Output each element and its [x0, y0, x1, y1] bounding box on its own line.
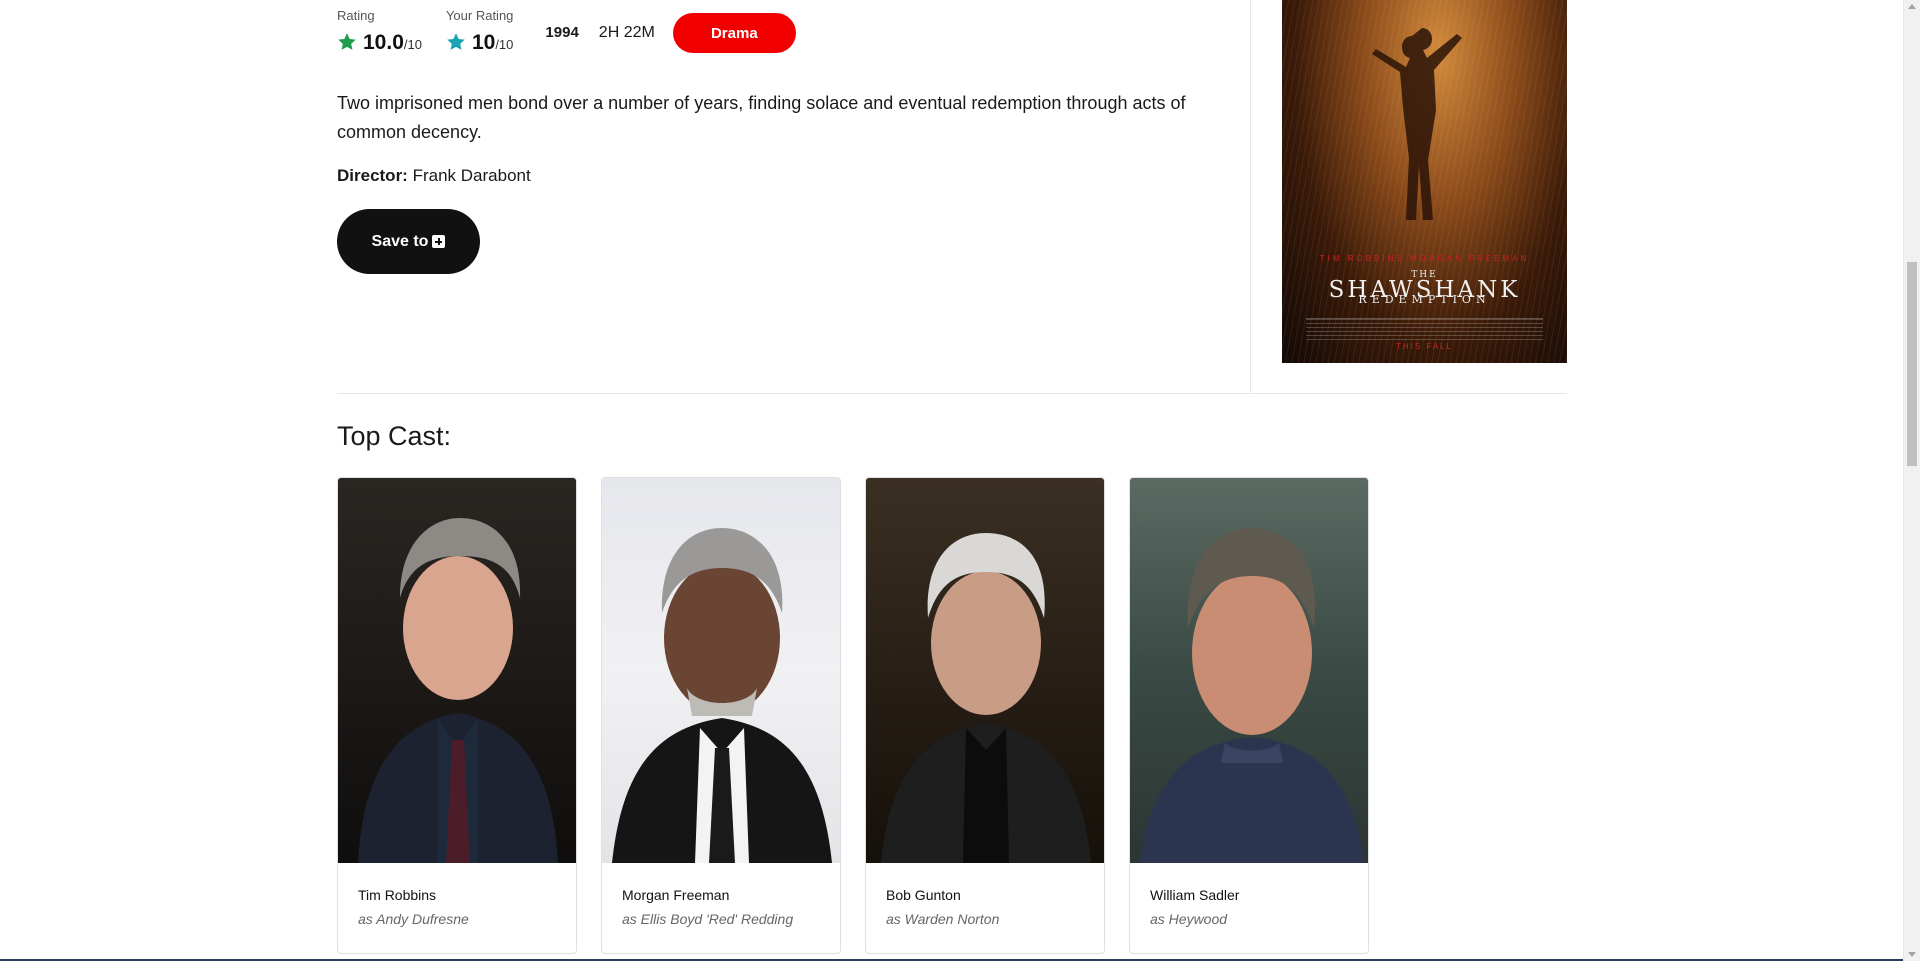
- your-rating-max: /10: [495, 37, 514, 52]
- imdb-rating: Rating 10.0 /10: [337, 8, 422, 55]
- section-divider: [337, 393, 1567, 394]
- cast-role: as Ellis Boyd 'Red' Redding: [622, 911, 794, 927]
- cast-grid: Tim Robbins as Andy Dufresne Morgan Free…: [337, 477, 1393, 954]
- cast-card[interactable]: William Sadler as Heywood: [1129, 477, 1369, 954]
- cast-card[interactable]: Morgan Freeman as Ellis Boyd 'Red' Reddi…: [601, 477, 841, 954]
- portrait-silhouette: [1140, 528, 1364, 863]
- plus-square-icon: [432, 235, 446, 248]
- genre-drama-button[interactable]: Drama: [672, 13, 796, 53]
- page-scrollbar[interactable]: [1903, 0, 1920, 961]
- director-label: Director:: [337, 166, 408, 185]
- cast-photo: [602, 478, 840, 863]
- poster-subtitle: REDEMPTION: [1358, 293, 1491, 306]
- cast-photo: [866, 478, 1104, 863]
- cast-role: as Andy Dufresne: [358, 911, 469, 927]
- your-rating-value-group[interactable]: 10 /10: [446, 29, 513, 55]
- runtime: 2H 22M: [598, 24, 655, 41]
- cast-photo: [338, 478, 576, 863]
- movie-poster: TIM ROBBINS MORGAN FREEMAN THE SHAWSHANK…: [1282, 0, 1567, 363]
- cast-photo: [1130, 478, 1368, 863]
- rating-number: 10.0: [363, 31, 404, 54]
- cast-name[interactable]: Bob Gunton: [886, 887, 1084, 903]
- scroll-down-arrow-icon[interactable]: [1908, 952, 1916, 957]
- release-year: 1994: [545, 24, 579, 41]
- portrait-silhouette: [358, 518, 558, 863]
- star-icon[interactable]: [446, 32, 466, 52]
- cast-info: William Sadler as Heywood: [1130, 863, 1368, 927]
- director-name: Frank Darabont: [412, 166, 531, 185]
- cast-info: Bob Gunton as Warden Norton: [866, 863, 1104, 927]
- cast-name[interactable]: Tim Robbins: [358, 887, 556, 903]
- rating-max: /10: [403, 37, 422, 52]
- scrollbar-thumb[interactable]: [1907, 262, 1917, 466]
- poster-cast-line: TIM ROBBINS MORGAN FREEMAN: [1319, 254, 1530, 263]
- cast-role: as Heywood: [1150, 911, 1228, 927]
- poster-tagline: THIS FALL: [1395, 342, 1454, 351]
- director-line: Director: Frank Darabont: [337, 166, 531, 186]
- movie-info-column: Rating 10.0 /10 Your Rating 10 /10 1994 …: [337, 0, 1251, 393]
- portrait-silhouette: [881, 533, 1091, 863]
- scroll-up-arrow-icon[interactable]: [1908, 4, 1916, 9]
- your-rating-number: 10: [471, 31, 496, 54]
- poster-figure-silhouette: [1372, 28, 1462, 220]
- cast-name[interactable]: Morgan Freeman: [622, 887, 820, 903]
- star-icon: [338, 33, 356, 50]
- top-cast-heading: Top Cast:: [337, 421, 452, 451]
- ratings-row: Rating 10.0 /10 Your Rating 10 /10 1994 …: [337, 8, 796, 56]
- cast-role: as Warden Norton: [886, 911, 1000, 927]
- your-rating-label: Your Rating: [445, 8, 514, 23]
- cast-card[interactable]: Bob Gunton as Warden Norton: [865, 477, 1105, 954]
- poster-credit-block: [1306, 318, 1543, 340]
- cast-info: Tim Robbins as Andy Dufresne: [338, 863, 576, 927]
- rating-value-group: 10.0 /10: [337, 29, 422, 55]
- rating-label: Rating: [337, 8, 375, 23]
- portrait-silhouette: [612, 528, 832, 863]
- cast-card[interactable]: Tim Robbins as Andy Dufresne: [337, 477, 577, 954]
- save-button-label: Save to: [371, 232, 429, 250]
- cast-info: Morgan Freeman as Ellis Boyd 'Red' Reddi…: [602, 863, 840, 927]
- plot-summary: Two imprisoned men bond over a number of…: [337, 93, 1186, 142]
- cast-name[interactable]: William Sadler: [1150, 887, 1348, 903]
- your-rating[interactable]: Your Rating 10 /10: [446, 8, 513, 55]
- save-to-list-button[interactable]: Save to: [337, 209, 480, 274]
